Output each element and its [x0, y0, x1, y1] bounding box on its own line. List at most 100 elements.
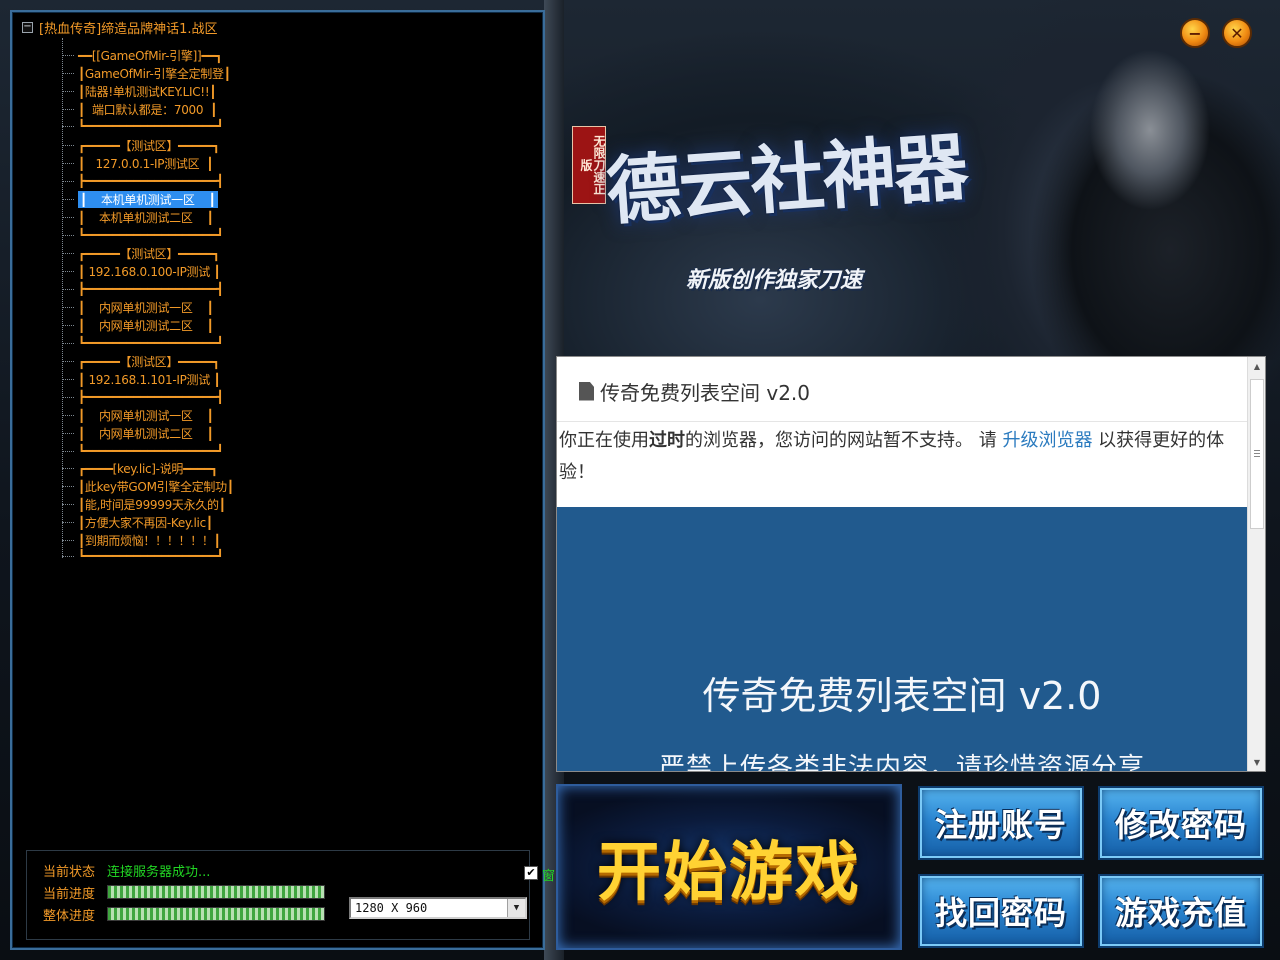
tree-item[interactable]: ┃GameOfMir-引擎全定制登┃	[62, 64, 262, 82]
tree-item[interactable]: ┗━━━━━━━━━━━━━━━━━━━┛	[62, 442, 262, 460]
tree-connector	[62, 306, 74, 308]
tree-item[interactable]: ┏━━━━[key.lic]-说明━━━━┓	[62, 459, 262, 477]
windowed-label[interactable]: 窗	[542, 865, 555, 884]
tree-item[interactable]: ┣━━━━━━━━━━━━━━━━━━━┫	[62, 388, 262, 406]
tree-item[interactable]: ┃ 192.168.0.100-IP测试 ┃	[62, 262, 262, 280]
scroll-down-icon[interactable]: ▼	[1248, 753, 1265, 771]
change-password-label: 修改密码	[1114, 806, 1247, 844]
grip-icon	[1254, 450, 1260, 459]
tree-item-label: ┃ 内网单机测试二区 ┃	[78, 318, 214, 333]
start-game-button[interactable]: 开始游戏	[556, 784, 902, 950]
scroll-thumb[interactable]	[1250, 379, 1264, 529]
status-row-overall: 整体进度	[43, 905, 325, 924]
tree-item[interactable]: ┃ 内网单机测试一区 ┃	[62, 298, 262, 316]
tree-connector	[62, 324, 74, 326]
upgrade-browser-link[interactable]: 升级浏览器	[1002, 430, 1092, 451]
browser-scrollbar[interactable]: ▲ ▼	[1247, 357, 1265, 771]
hero-title: 传奇免费列表空间 v2.0	[702, 674, 1102, 718]
tree-item[interactable]: ┃ 内网单机测试二区 ┃	[62, 424, 262, 442]
tree-connector	[62, 125, 74, 127]
tree-item-label: ┃到期而烦恼！！！！！！┃	[78, 533, 221, 548]
tree-connector	[62, 396, 74, 398]
windowed-checkbox[interactable]: ✔	[524, 866, 538, 880]
tree-item[interactable]: ┗━━━━━━━━━━━━━━━━━━━┛	[62, 117, 262, 135]
tree-connector	[62, 539, 74, 541]
minimize-icon: −	[1188, 23, 1202, 43]
recover-password-button[interactable]: 找回密码	[918, 874, 1084, 948]
tree-connector	[62, 252, 74, 254]
tree-item-label: ━━[[GameOfMir-引擎]]━━┓	[78, 48, 223, 63]
change-password-button[interactable]: 修改密码	[1098, 786, 1264, 860]
tree-connector	[62, 450, 74, 452]
tree-connector	[62, 234, 74, 236]
game-recharge-button[interactable]: 游戏充值	[1098, 874, 1264, 948]
dropdown-arrow-icon[interactable]: ▼	[507, 899, 525, 917]
minimize-button[interactable]: −	[1180, 18, 1210, 48]
tree-item[interactable]: ┃方便大家不再因-Key.lic┃	[62, 513, 262, 531]
game-logo-subtitle: 新版创作独家刀速	[686, 268, 863, 293]
tree-connector	[62, 288, 74, 290]
tree-connector	[62, 270, 74, 272]
tree-item[interactable]: ┣━━━━━━━━━━━━━━━━━━━┫	[62, 172, 262, 190]
tree-item[interactable]: ┃ 内网单机测试一区 ┃	[62, 406, 262, 424]
tree-item-label: ┃ 本机单机测试一区 ┃	[78, 190, 218, 208]
register-account-button[interactable]: 注册账号	[918, 786, 1084, 860]
tree-item-label: ┗━━━━━━━━━━━━━━━━━━━┛	[78, 336, 224, 350]
tree-connector	[62, 54, 74, 56]
tree-item[interactable]: ┃此key带GOM引擎全定制功┃	[62, 477, 262, 495]
tree-connector	[62, 198, 74, 200]
tree-item[interactable]: ┃陆器!单机测试KEY.LIC!!┃	[62, 82, 262, 100]
tree-item[interactable]: ┏━━━━━【测试区】━━━━━┓	[62, 244, 262, 262]
tree-item-label: ┃ 192.168.0.100-IP测试 ┃	[78, 264, 221, 279]
tree-item[interactable]: ┃ 内网单机测试二区 ┃	[62, 316, 262, 334]
recharge-label: 游戏充值	[1114, 894, 1247, 932]
tree-item-label: ┃ 内网单机测试二区 ┃	[78, 426, 214, 441]
resolution-value: 1280 X 960	[355, 901, 428, 915]
tree-connector	[62, 144, 74, 146]
status-area: 当前状态 连接服务器成功... 当前进度 整体进度 1280 X 960 ▼	[26, 850, 530, 940]
register-label: 注册账号	[934, 806, 1067, 844]
tree-connector	[62, 414, 74, 416]
close-button[interactable]: ✕	[1222, 18, 1252, 48]
tree-item[interactable]: ━━[[GameOfMir-引擎]]━━┓	[62, 46, 262, 64]
tree-item-label: ┃此key带GOM引擎全定制功┃	[78, 479, 234, 494]
tree-item[interactable]: ┃ 127.0.0.1-IP测试区 ┃	[62, 154, 262, 172]
tree-item-label: ┃ 内网单机测试一区 ┃	[78, 300, 214, 315]
current-progress-label: 当前进度	[43, 886, 96, 902]
tree-item[interactable]: ┃ 本机单机测试二区 ┃	[62, 208, 262, 226]
tree-item[interactable]: ┃ 端口默认都是：7000 ┃	[62, 100, 262, 118]
tree-item-label: ┏━━━━[key.lic]-说明━━━━┓	[78, 461, 218, 476]
tree-item-label: ┣━━━━━━━━━━━━━━━━━━━┫	[78, 390, 224, 404]
scroll-up-icon[interactable]: ▲	[1248, 357, 1265, 375]
tree-item[interactable]: ┃ 192.168.1.101-IP测试 ┃	[62, 370, 262, 388]
tree-connector	[62, 521, 74, 523]
tree-item[interactable]: ┗━━━━━━━━━━━━━━━━━━━┛	[62, 226, 262, 244]
tree-item[interactable]: ┏━━━━━【测试区】━━━━━┓	[62, 136, 262, 154]
tree-item[interactable]: ┏━━━━━【测试区】━━━━━┓	[62, 352, 262, 370]
tree-item-label: ┣━━━━━━━━━━━━━━━━━━━┫	[78, 174, 224, 188]
server-list-panel: − [热血传奇]缔造品牌神话1.战区 ━━[[GameOfMir-引擎]]━━┓…	[10, 10, 545, 950]
tree-connector	[62, 555, 74, 557]
status-row-state: 当前状态 连接服务器成功...	[43, 861, 210, 880]
overall-progress-bar	[107, 907, 325, 921]
tree-item-selected[interactable]: ┃ 本机单机测试一区 ┃	[62, 190, 262, 208]
resolution-select[interactable]: 1280 X 960 ▼	[349, 897, 527, 919]
tree-item[interactable]: ┃能,时间是99999天永久的┃	[62, 495, 262, 513]
tree-item-label: ┃陆器!单机测试KEY.LIC!!┃	[78, 84, 217, 99]
tree-item-label: ┃方便大家不再因-Key.lic┃	[78, 515, 213, 530]
tree-connector	[62, 360, 74, 362]
news-browser: 传奇免费列表空间 v2.0 你正在使用过时的浏览器，您访问的网站暂不支持。 请 …	[556, 356, 1266, 772]
browser-header-title: 传奇免费列表空间 v2.0	[600, 380, 810, 405]
tree-connector	[62, 467, 74, 469]
tree-root[interactable]: − [热血传奇]缔造品牌神话1.战区	[22, 18, 218, 37]
hero-subtitle: 严禁上传各类非法内容，请珍惜资源分享	[658, 753, 1145, 772]
tree-item[interactable]: ┗━━━━━━━━━━━━━━━━━━━┛	[62, 334, 262, 352]
tree-item-label: ┃ 127.0.0.1-IP测试区 ┃	[78, 156, 214, 171]
collapse-icon[interactable]: −	[22, 21, 33, 33]
overall-progress-fill	[108, 908, 324, 920]
state-label: 当前状态	[43, 864, 96, 880]
tree-item-label: ┏━━━━━【测试区】━━━━━┓	[78, 138, 220, 153]
tree-item[interactable]: ┗━━━━━━━━━━━━━━━━━━━┛	[62, 547, 262, 565]
current-progress-fill	[108, 886, 324, 898]
tree-item[interactable]: ┣━━━━━━━━━━━━━━━━━━━┫	[62, 280, 262, 298]
